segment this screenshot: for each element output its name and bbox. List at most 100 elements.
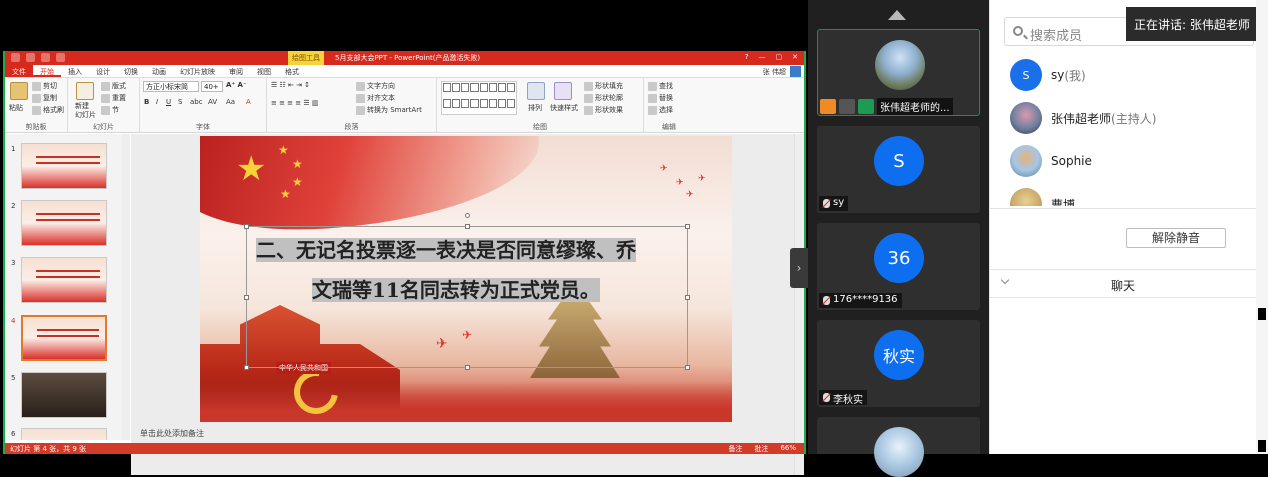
italic-button[interactable]: I — [156, 98, 158, 106]
slide-thumbnail[interactable] — [21, 257, 107, 303]
slide-thumbnail[interactable] — [21, 428, 107, 440]
slide-thumbnail[interactable] — [21, 200, 107, 246]
member-item[interactable]: 张伟超老师 (主持人) — [1010, 102, 1156, 134]
tab-review[interactable]: 审阅 — [222, 65, 250, 77]
replace-button[interactable]: 替换 — [648, 93, 673, 103]
rotate-handle[interactable] — [465, 213, 470, 218]
member-item[interactable]: 曹博 — [1010, 188, 1075, 206]
smartart-button[interactable]: 转换为 SmartArt — [356, 105, 422, 115]
panel-scrollbar[interactable] — [1256, 0, 1268, 454]
close-icon[interactable]: ✕ — [792, 53, 798, 61]
shape-outline-button[interactable]: 形状轮廓 — [584, 93, 623, 103]
select-button[interactable]: 选择 — [648, 105, 673, 115]
shape-item[interactable] — [506, 98, 515, 108]
shapes-gallery[interactable] — [441, 81, 517, 115]
quick-styles-icon[interactable] — [554, 82, 572, 100]
scroll-arrow-icon[interactable] — [1258, 308, 1266, 320]
shape-item[interactable] — [479, 83, 488, 92]
member-item[interactable]: S sy (我) — [1010, 59, 1086, 91]
quick-styles-button[interactable]: 快速样式 — [550, 103, 578, 113]
shape-item[interactable] — [443, 83, 452, 92]
resize-handle[interactable] — [244, 365, 249, 370]
tab-format[interactable]: 格式 — [278, 65, 306, 77]
scroll-up-arrow-icon[interactable] — [888, 10, 906, 20]
tab-design[interactable]: 设计 — [89, 65, 117, 77]
editor-scrollbar[interactable] — [794, 134, 804, 475]
find-button[interactable]: 查找 — [648, 81, 673, 91]
shape-item[interactable] — [506, 83, 515, 92]
shape-item[interactable] — [470, 98, 479, 108]
tab-home[interactable]: 开始 — [33, 65, 61, 77]
slide-body-line-1[interactable]: 二、无记名投票逐一表决是否同意缪璨、乔 — [256, 234, 636, 263]
notes-toggle[interactable]: 备注 — [728, 444, 742, 454]
arrange-icon[interactable] — [527, 82, 545, 100]
align-text-button[interactable]: 对齐文本 — [356, 93, 395, 103]
format-painter-button[interactable]: 格式刷 — [32, 105, 64, 115]
font-size-select[interactable]: 40+ — [201, 81, 223, 92]
slide-thumbnail-selected[interactable] — [21, 315, 107, 361]
video-tile-speaker[interactable]: 张伟超老师的... — [817, 29, 980, 116]
slide-thumbnail[interactable] — [21, 143, 107, 189]
shape-item[interactable] — [452, 83, 461, 92]
layout-button[interactable]: 版式 — [101, 81, 126, 91]
grow-font-icon[interactable]: A⁺ A⁻ — [226, 81, 247, 89]
align-icons[interactable]: ≡ ≡ ≡ ≡ ☰ ▥ — [271, 99, 318, 107]
shape-item[interactable] — [479, 98, 488, 108]
current-slide[interactable]: ★ ★ ★ ★ ★ ✈ ✈ ✈ ✈ ✈ ✈ 中华人民共和国 二、无记名投票逐一表… — [200, 136, 732, 422]
arrange-button[interactable]: 排列 — [528, 103, 542, 113]
resize-handle[interactable] — [465, 224, 470, 229]
text-direction-button[interactable]: 文字方向 — [356, 81, 395, 91]
notes-placeholder[interactable]: 单击此处添加备注 — [131, 428, 798, 440]
resize-handle[interactable] — [244, 295, 249, 300]
thumbnail-scrollbar[interactable] — [122, 134, 130, 440]
font-name-select[interactable]: 方正小标宋简 — [143, 81, 199, 92]
bullets-icon[interactable]: ☰ ☷ ⇤ ⇥ ↕ — [271, 81, 310, 89]
shape-item[interactable] — [452, 98, 461, 108]
tab-insert[interactable]: 插入 — [61, 65, 89, 77]
shape-item[interactable] — [470, 83, 479, 92]
shape-item[interactable] — [497, 83, 506, 92]
account-avatar[interactable] — [790, 66, 801, 77]
shape-item[interactable] — [443, 98, 452, 108]
slide-body-line-2[interactable]: 文瑞等11名同志转为正式党员。 — [312, 274, 600, 303]
redo-icon[interactable] — [41, 53, 50, 62]
resize-handle[interactable] — [685, 365, 690, 370]
tab-file[interactable]: 文件 — [5, 65, 33, 77]
maximize-icon[interactable]: ▢ — [776, 53, 783, 61]
new-slide-button[interactable]: 新建 幻灯片 — [75, 102, 96, 120]
help-icon[interactable]: ? — [745, 53, 749, 61]
member-item[interactable]: Sophie — [1010, 145, 1092, 177]
resize-handle[interactable] — [685, 224, 690, 229]
font-color-button[interactable]: A — [246, 98, 251, 106]
tab-animations[interactable]: 动画 — [145, 65, 173, 77]
chat-header[interactable]: 聊天 — [990, 270, 1256, 298]
video-tile[interactable]: 36 176****9136 — [817, 223, 980, 310]
video-tile[interactable]: 秋实 李秋实 — [817, 320, 980, 407]
zoom-level[interactable]: 66% — [780, 444, 796, 454]
collapse-panel-chevron-icon[interactable]: › — [790, 248, 808, 288]
section-button[interactable]: 节 — [101, 105, 119, 115]
copy-button[interactable]: 复制 — [32, 93, 57, 103]
new-slide-icon[interactable] — [76, 82, 94, 100]
undo-icon[interactable] — [26, 53, 35, 62]
reset-button[interactable]: 重置 — [101, 93, 126, 103]
video-tile[interactable] — [817, 417, 980, 477]
resize-handle[interactable] — [465, 365, 470, 370]
cut-button[interactable]: 剪切 — [32, 81, 57, 91]
shape-item[interactable] — [461, 83, 470, 92]
video-tile[interactable]: S sy — [817, 126, 980, 213]
shape-item[interactable] — [461, 98, 470, 108]
shape-effects-button[interactable]: 形状效果 — [584, 105, 623, 115]
resize-handle[interactable] — [685, 295, 690, 300]
slide-thumbnail[interactable] — [21, 372, 107, 418]
shape-item[interactable] — [488, 83, 497, 92]
paste-icon[interactable] — [10, 82, 28, 100]
unmute-all-button[interactable]: 解除静音 — [1126, 228, 1226, 248]
shadow-button[interactable]: S — [178, 98, 182, 106]
change-case-button[interactable]: Aa — [226, 98, 235, 106]
char-spacing-button[interactable]: AV — [208, 98, 217, 106]
underline-button[interactable]: U — [166, 98, 171, 106]
shape-item[interactable] — [497, 98, 506, 108]
present-icon[interactable] — [56, 53, 65, 62]
shape-item[interactable] — [488, 98, 497, 108]
